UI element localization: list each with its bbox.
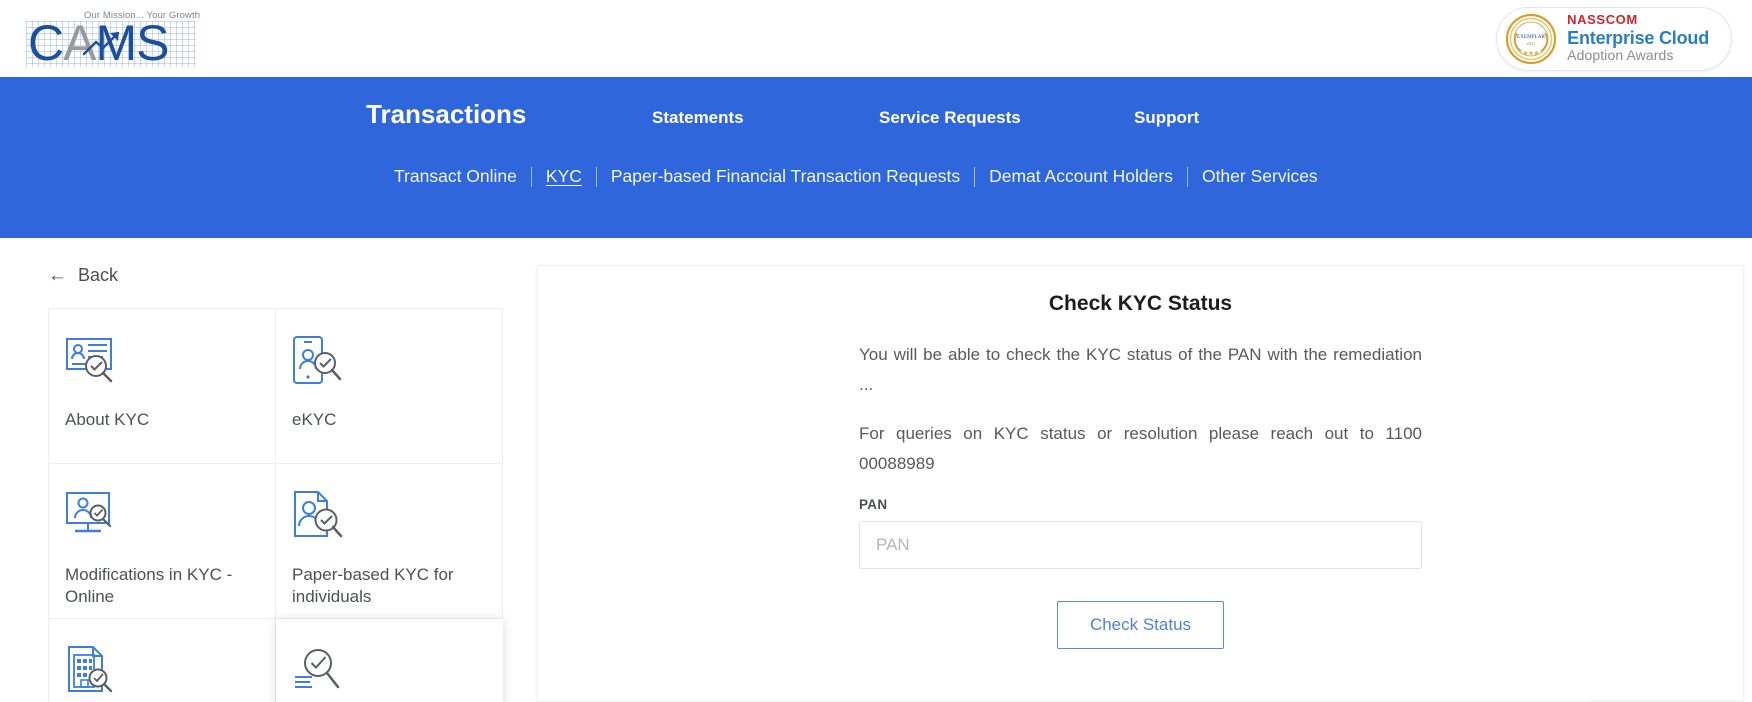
kyc-card-label: About KYC [65, 410, 150, 429]
back-button[interactable]: ← Back [48, 265, 537, 286]
subnav-item-transact-online[interactable]: Transact Online [380, 166, 531, 187]
check-kyc-status-panel: Check KYC Status You will be able to che… [537, 265, 1744, 702]
panel-content: Check KYC Status You will be able to che… [859, 292, 1422, 649]
svg-text:★★★: ★★★ [1523, 50, 1539, 57]
nav-item-transactions[interactable]: Transactions [366, 99, 652, 130]
pan-input[interactable] [859, 521, 1422, 569]
document-person-search-icon [292, 490, 484, 540]
page-content: ← Back About KYC eKYC Modifications in K… [0, 238, 1752, 702]
award-line-enterprise-cloud: Enterprise Cloud [1567, 27, 1709, 48]
svg-text:EXEMPLAR: EXEMPLAR [1517, 34, 1545, 40]
svg-text:2021: 2021 [1527, 41, 1537, 46]
logo-letter-c: C [28, 14, 64, 71]
magnifier-check-lines-icon [292, 645, 484, 695]
kyc-card-paper-based-kyc-for-individuals[interactable]: Paper-based KYC for individuals [276, 464, 503, 619]
panel-title: Check KYC Status [1048, 292, 1233, 315]
kyc-detail-column: Check KYC Status You will be able to che… [537, 265, 1752, 702]
panel-paragraph-1: You will be able to check the KYC status… [859, 345, 1422, 395]
kyc-card-about-kyc[interactable]: About KYC [49, 309, 276, 464]
kyc-card-label: Modifications in KYC - Online [65, 565, 233, 607]
panel-corner-artifact [1591, 697, 1741, 701]
award-line-nasscom: NASSCOM [1567, 12, 1638, 28]
kyc-card-label: Paper-based KYC for individuals [292, 565, 454, 607]
logo-wordmark: CAMS [28, 14, 169, 71]
nav-item-support[interactable]: Support [1134, 108, 1199, 128]
award-line-adoption-awards: Adoption Awards [1567, 47, 1674, 64]
kyc-card-label: eKYC [292, 410, 337, 429]
main-nav-row: Transactions Statements Service Requests… [0, 99, 1752, 130]
sub-nav-row: Transact Online KYC Paper-based Financia… [0, 166, 1752, 187]
subnav-item-paper-based-financial-transaction-requests[interactable]: Paper-based Financial Transaction Reques… [597, 166, 974, 187]
back-button-label: Back [78, 265, 119, 285]
kyc-card-grid: About KYC eKYC Modifications in KYC - On… [48, 308, 503, 702]
kyc-sidebar: ← Back About KYC eKYC Modifications in K… [0, 265, 537, 702]
panel-paragraph-2: For queries on KYC status or resolution … [859, 423, 1422, 473]
subnav-item-kyc[interactable]: KYC [532, 166, 596, 187]
award-text-block: NASSCOM Enterprise Cloud Adoption Awards [1567, 13, 1709, 63]
mobile-person-search-icon [292, 335, 484, 385]
monitor-person-search-icon [65, 490, 257, 540]
kyc-card-modifications-in-kyc-online[interactable]: Modifications in KYC - Online [49, 464, 276, 619]
kyc-card-check-kyc-status[interactable] [276, 619, 503, 702]
id-card-search-icon [65, 335, 257, 385]
check-status-button[interactable]: Check Status [1056, 601, 1225, 649]
kyc-card-building-document[interactable] [49, 619, 276, 702]
pan-field-label: PAN [859, 497, 888, 512]
panel-actions: Check Status [859, 601, 1422, 649]
site-header: Our Mission... Your Growth CAMS EXEMPLAR… [0, 0, 1752, 77]
primary-navigation-bar: Transactions Statements Service Requests… [0, 77, 1752, 238]
subnav-item-demat-account-holders[interactable]: Demat Account Holders [975, 166, 1187, 187]
award-medal-icon: EXEMPLAR 2021 ★★★ [1506, 13, 1557, 64]
arrow-left-icon: ← [48, 265, 67, 286]
building-document-search-icon [65, 645, 257, 695]
logo-letter-a: A [63, 14, 96, 71]
kyc-card-ekyc[interactable]: eKYC [276, 309, 503, 464]
logo-letters-ms: MS [95, 14, 169, 71]
cams-logo[interactable]: Our Mission... Your Growth CAMS [26, 8, 200, 71]
nasscom-award-badge[interactable]: EXEMPLAR 2021 ★★★ NASSCOM Enterprise Clo… [1496, 6, 1732, 71]
nav-item-statements[interactable]: Statements [652, 108, 879, 128]
subnav-item-other-services[interactable]: Other Services [1188, 166, 1332, 187]
nav-item-service-requests[interactable]: Service Requests [879, 108, 1134, 128]
